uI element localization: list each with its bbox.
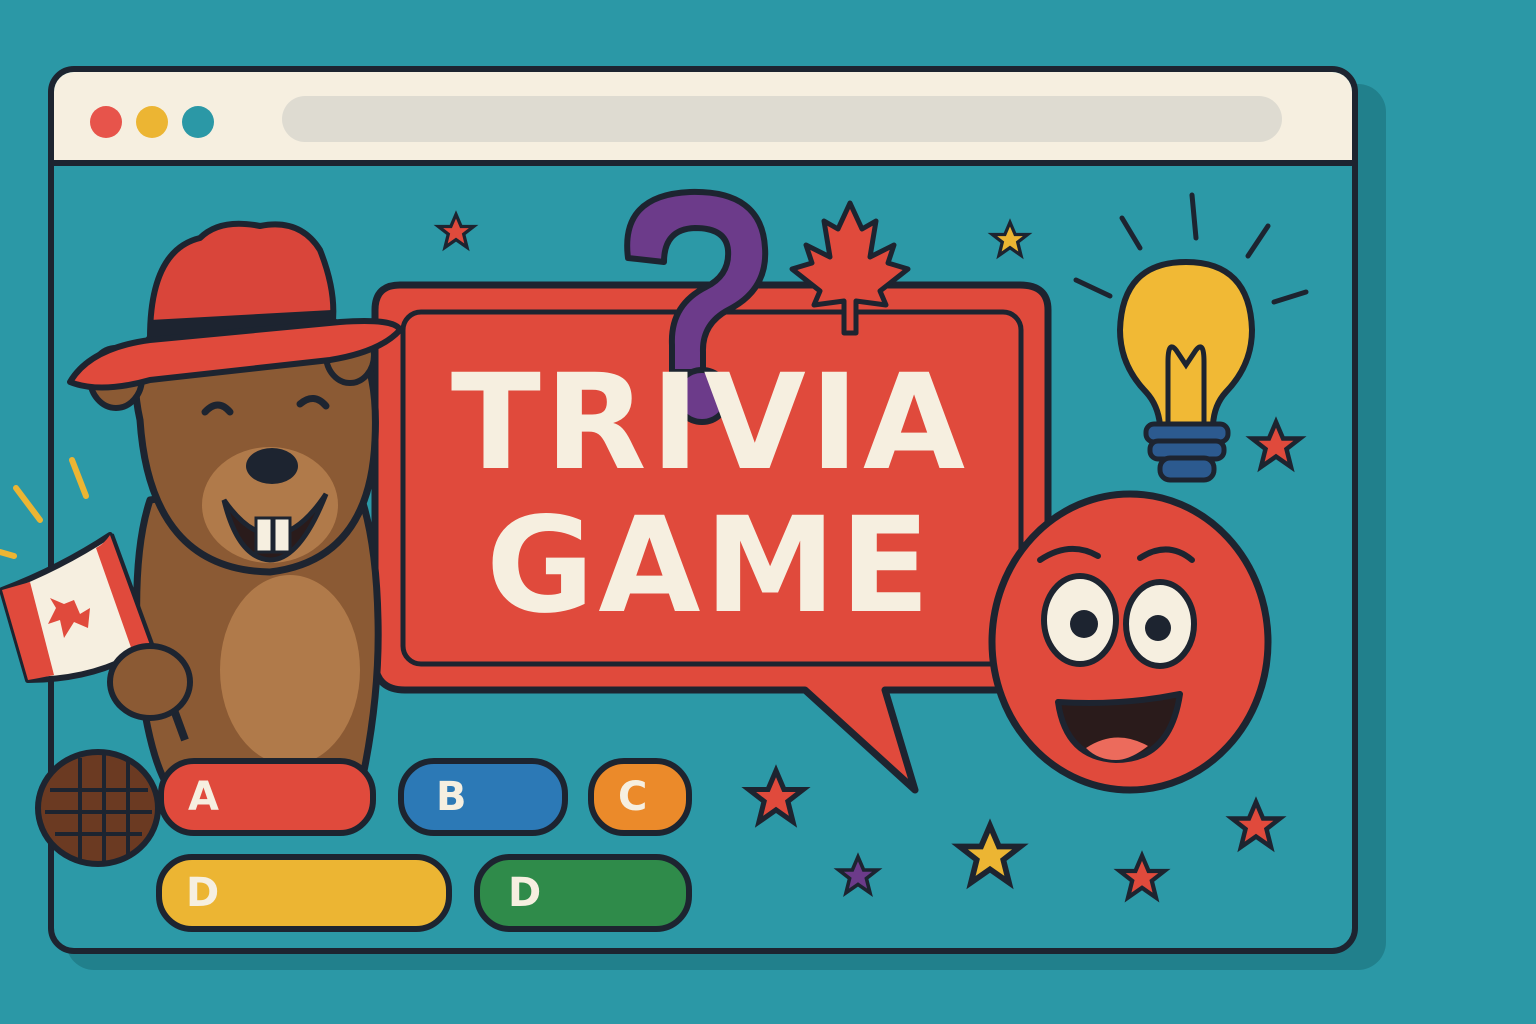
maximize-window-dot[interactable] (182, 106, 214, 138)
close-window-dot[interactable] (90, 106, 122, 138)
answer-d-yellow-button[interactable]: D (156, 854, 452, 932)
game-title-line2: GAME (485, 489, 935, 643)
answer-a-button[interactable]: A (158, 758, 376, 836)
address-bar[interactable] (282, 96, 1282, 142)
minimize-window-dot[interactable] (136, 106, 168, 138)
browser-titlebar (54, 72, 1352, 166)
answer-b-button[interactable]: B (398, 758, 568, 836)
answer-d-green-button[interactable]: D (474, 854, 692, 932)
answer-c-button[interactable]: C (588, 758, 692, 836)
game-title-line1: TRIVIA (450, 346, 970, 500)
